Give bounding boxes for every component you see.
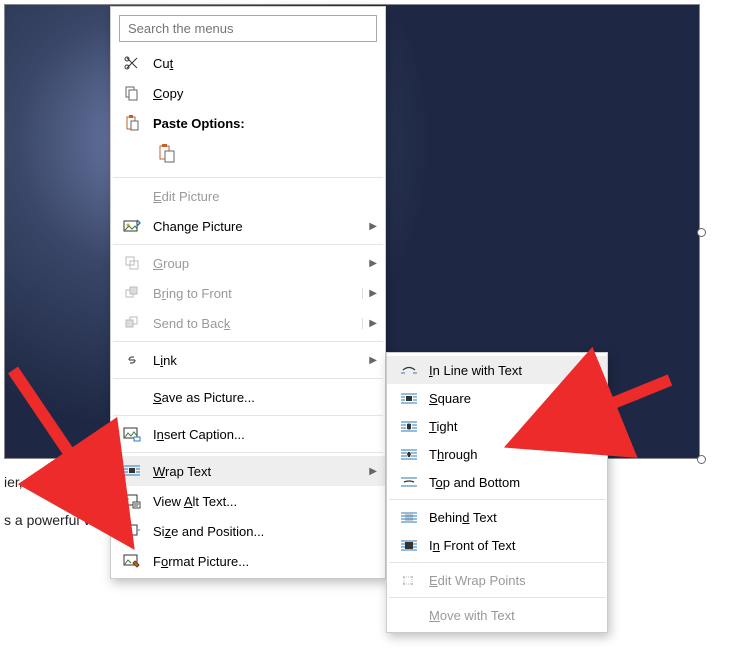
wrap-edit-points: Edit Wrap Points — [387, 566, 607, 594]
wrap-text-submenu: In Line with Text Square Tight Through T… — [386, 352, 608, 633]
menu-search[interactable] — [119, 15, 377, 42]
context-menu: Cut Copy Paste Options: Edit Picture Cha… — [110, 6, 386, 579]
menu-edit-picture: Edit Picture — [111, 181, 385, 211]
wrap-move-with-text: Move with Text — [387, 601, 607, 629]
submenu-arrow-icon: ▶ — [362, 318, 377, 329]
submenu-arrow-icon: ▶ — [362, 288, 377, 299]
paste-icon — [121, 114, 143, 132]
separator — [113, 341, 383, 342]
menu-link[interactable]: Link ▶ — [111, 345, 385, 375]
wrap-top-bottom[interactable]: Top and Bottom — [387, 468, 607, 496]
menu-paste-options: Paste Options: — [111, 108, 385, 138]
menu-size-position[interactable]: Size and Position... — [111, 516, 385, 546]
menu-send-to-back: Send to Back ▶ — [111, 308, 385, 338]
menu-format-picture[interactable]: Format Picture... — [111, 546, 385, 576]
copy-icon — [121, 84, 143, 102]
wrap-text-label: Wrap Text — [153, 464, 363, 479]
blank-icon — [121, 388, 143, 406]
cut-label: Cut — [153, 56, 377, 71]
paste-options-label: Paste Options: — [153, 116, 377, 131]
separator — [113, 244, 383, 245]
wrap-tight[interactable]: Tight — [387, 412, 607, 440]
wrap-square[interactable]: Square — [387, 384, 607, 412]
edit-points-icon — [397, 571, 421, 589]
size-position-icon — [121, 522, 143, 540]
move-with-text-label: Move with Text — [429, 608, 597, 623]
separator — [389, 597, 605, 598]
scissors-icon — [121, 54, 143, 72]
inline-label: In Line with Text — [429, 363, 597, 378]
format-picture-icon — [121, 552, 143, 570]
behind-icon — [397, 508, 421, 526]
alt-text-label: View Alt Text... — [153, 494, 377, 509]
inline-icon — [397, 361, 421, 379]
submenu-arrow-icon: ▶ — [369, 355, 377, 366]
menu-insert-caption[interactable]: Insert Caption... — [111, 419, 385, 449]
link-label: Link — [153, 353, 363, 368]
alt-text-icon — [121, 492, 143, 510]
behind-label: Behind Text — [429, 510, 597, 525]
wrap-text-icon — [121, 462, 143, 480]
separator — [113, 177, 383, 178]
separator — [389, 562, 605, 563]
group-label: Group — [153, 256, 363, 271]
edit-points-label: Edit Wrap Points — [429, 573, 597, 588]
wrap-through[interactable]: Through — [387, 440, 607, 468]
paste-option-row — [111, 138, 385, 174]
format-picture-label: Format Picture... — [153, 554, 377, 569]
submenu-arrow-icon: ▶ — [369, 258, 377, 269]
through-label: Through — [429, 447, 597, 462]
link-icon — [121, 351, 143, 369]
tight-label: Tight — [429, 419, 597, 434]
wrap-in-front[interactable]: In Front of Text — [387, 531, 607, 559]
blank-icon — [397, 606, 421, 624]
change-picture-label: Change Picture — [153, 219, 363, 234]
send-back-icon — [121, 314, 143, 332]
top-bottom-label: Top and Bottom — [429, 475, 597, 490]
submenu-arrow-icon: ▶ — [369, 221, 377, 232]
wrap-behind[interactable]: Behind Text — [387, 503, 607, 531]
blank-icon — [121, 187, 143, 205]
menu-cut[interactable]: Cut — [111, 48, 385, 78]
separator — [389, 499, 605, 500]
copy-label: Copy — [153, 86, 377, 101]
send-back-label: Send to Back — [153, 316, 356, 331]
resize-handle-bottom-right[interactable] — [697, 455, 706, 464]
menu-view-alt-text[interactable]: View Alt Text... — [111, 486, 385, 516]
menu-change-picture[interactable]: Change Picture ▶ — [111, 211, 385, 241]
size-position-label: Size and Position... — [153, 524, 377, 539]
menu-wrap-text[interactable]: Wrap Text ▶ — [111, 456, 385, 486]
separator — [113, 378, 383, 379]
submenu-arrow-icon: ▶ — [369, 466, 377, 477]
search-input[interactable] — [119, 15, 377, 42]
edit-picture-label: Edit Picture — [153, 189, 377, 204]
menu-copy[interactable]: Copy — [111, 78, 385, 108]
menu-save-as-picture[interactable]: Save as Picture... — [111, 382, 385, 412]
square-icon — [397, 389, 421, 407]
resize-handle-right[interactable] — [697, 228, 706, 237]
separator — [113, 452, 383, 453]
group-icon — [121, 254, 143, 272]
bring-front-label: Bring to Front — [153, 286, 356, 301]
caption-icon — [121, 425, 143, 443]
top-bottom-icon — [397, 473, 421, 491]
in-front-icon — [397, 536, 421, 554]
insert-caption-label: Insert Caption... — [153, 427, 377, 442]
menu-group: Group ▶ — [111, 248, 385, 278]
square-label: Square — [429, 391, 597, 406]
in-front-label: In Front of Text — [429, 538, 597, 553]
wrap-in-line[interactable]: In Line with Text — [387, 356, 607, 384]
tight-icon — [397, 417, 421, 435]
separator — [113, 415, 383, 416]
paste-keep-source-button[interactable] — [153, 140, 181, 168]
bring-front-icon — [121, 284, 143, 302]
through-icon — [397, 445, 421, 463]
save-picture-label: Save as Picture... — [153, 390, 377, 405]
menu-bring-to-front: Bring to Front ▶ — [111, 278, 385, 308]
change-picture-icon — [121, 217, 143, 235]
